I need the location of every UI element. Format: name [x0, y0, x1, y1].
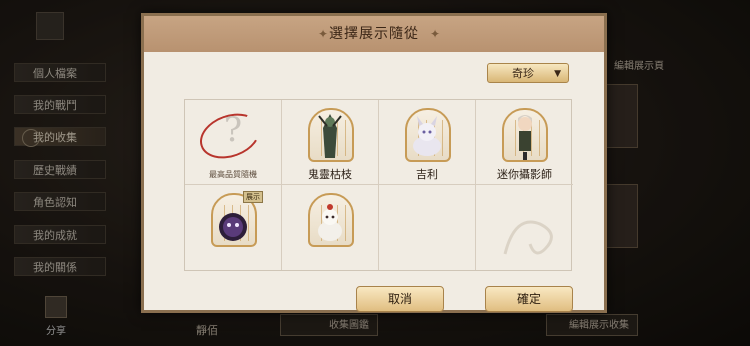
question-mark-icon: ? — [223, 110, 243, 150]
white-wolf-figure — [413, 116, 441, 156]
companion-grid: ? 最高品質隨機 鬼靈枯枝 吉利 迷你攝影師 展示 — [184, 99, 573, 271]
slot-label: 鬼靈枯枝 — [308, 168, 352, 181]
leaf-left-icon: ✦ — [318, 27, 330, 41]
dropdown-value: 奇珍 — [512, 67, 534, 80]
dialog-body: 奇珍 ▼ ? 最高品質隨機 鬼靈枯枝 吉利 迷你攝影師 展示 取消 確定 — [144, 52, 604, 312]
rarity-filter-dropdown[interactable]: 奇珍 ▼ — [487, 63, 569, 83]
companion-slot[interactable]: 展示 — [185, 185, 282, 270]
slot-label: 迷你攝影師 — [497, 168, 552, 181]
select-companion-dialog: ✦ 選擇展示隨從 ✦ 奇珍 ▼ ? 最高品質隨機 鬼靈枯枝 吉利 迷你攝影師 展… — [141, 13, 607, 313]
companion-slot[interactable] — [282, 185, 379, 270]
dialog-title: 選擇展示隨從 — [329, 26, 419, 42]
white-fox-figure — [318, 204, 342, 241]
confirm-button[interactable]: 確定 — [485, 286, 573, 312]
leaf-right-icon: ✦ — [430, 27, 442, 41]
slot-label: 吉利 — [416, 168, 438, 181]
photographer-figure — [517, 115, 532, 160]
cancel-button[interactable]: 取消 — [356, 286, 444, 312]
chevron-down-icon: ▼ — [554, 69, 561, 79]
display-badge: 展示 — [243, 191, 263, 203]
companion-slot-empty[interactable] — [379, 185, 476, 270]
companion-slot[interactable]: 迷你攝影師 — [476, 100, 573, 185]
slot-label: 最高品質隨機 — [209, 170, 257, 179]
companion-slot[interactable]: 吉利 — [379, 100, 476, 185]
tree-spirit-figure — [318, 114, 342, 158]
decor-swirl-icon — [503, 220, 553, 255]
companion-slot[interactable]: 鬼靈枯枝 — [282, 100, 379, 185]
companion-slot[interactable]: ? 最高品質隨機 — [185, 100, 282, 185]
companion-slot-empty[interactable] — [476, 185, 573, 270]
dialog-header: ✦ 選擇展示隨從 ✦ — [144, 16, 604, 52]
